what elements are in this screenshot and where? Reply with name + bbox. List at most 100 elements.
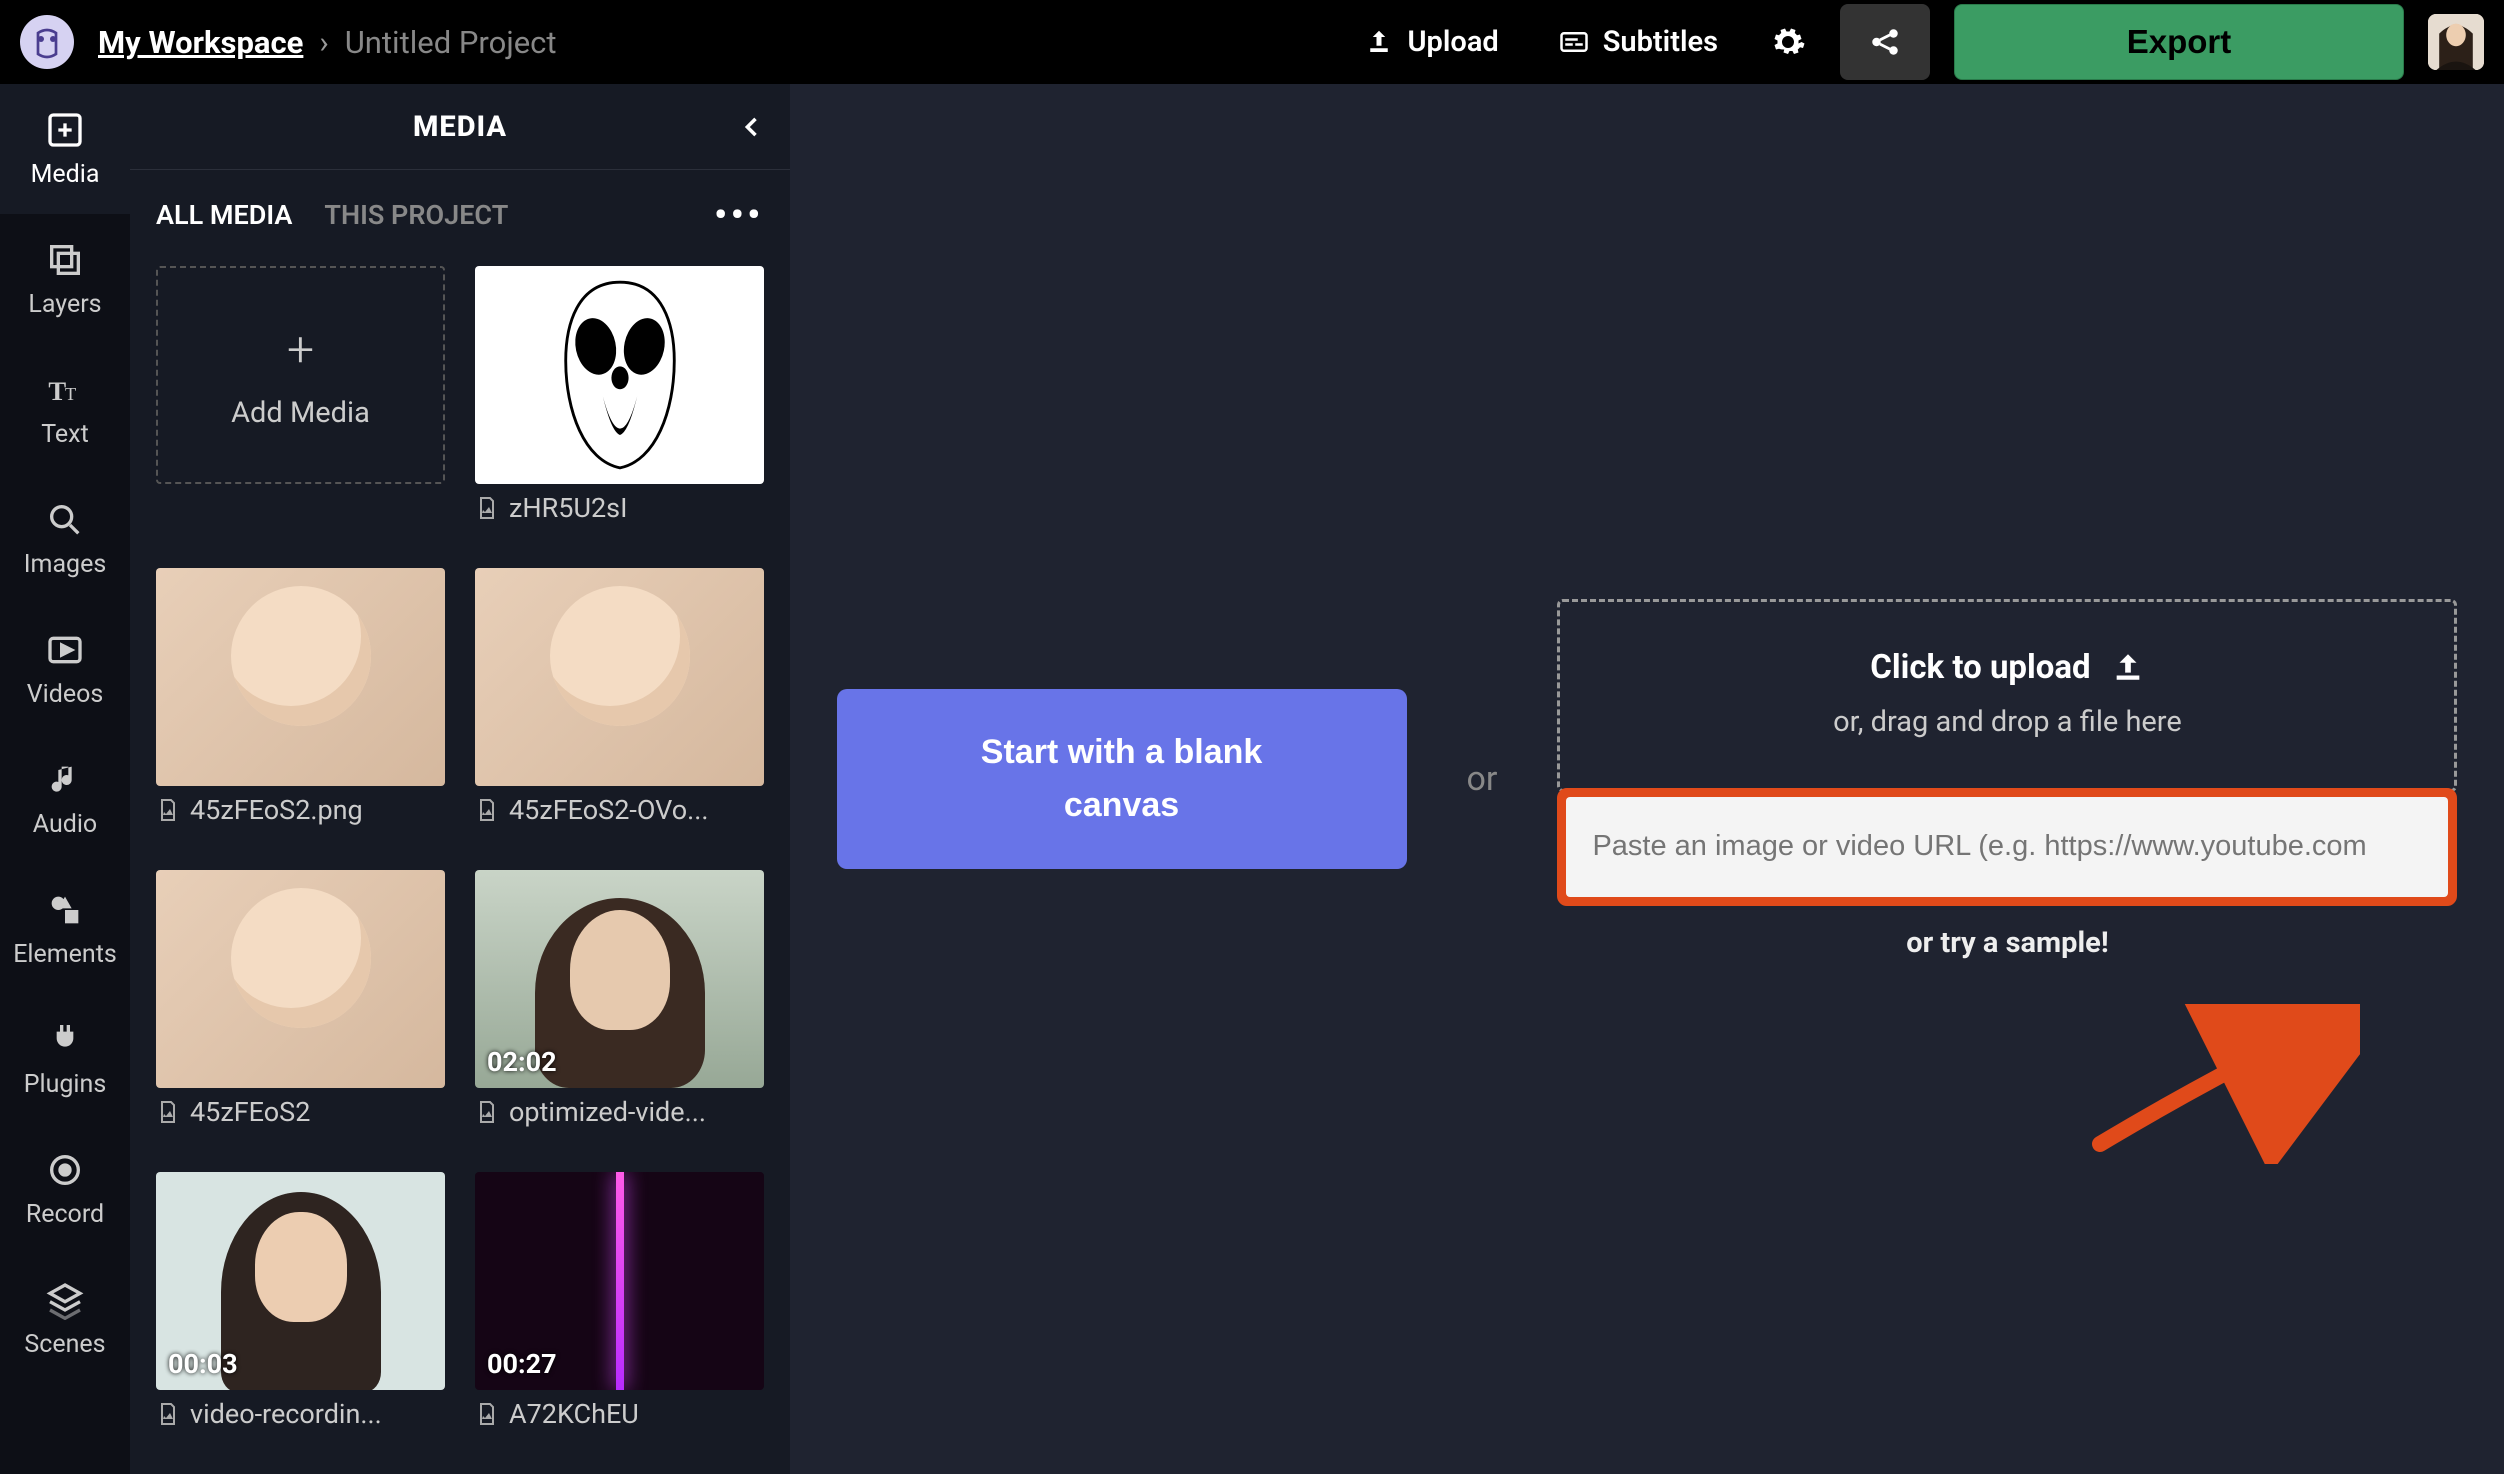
subtitles-icon [1559,27,1589,57]
subtitles-label: Subtitles [1603,25,1718,59]
rail-label: Text [41,420,89,449]
annotation-arrow [2080,1004,2360,1164]
start-blank-canvas-button[interactable]: Start with a blank canvas [837,689,1407,869]
panel-more-button[interactable]: ••• [714,195,764,235]
url-input-highlight [1557,788,2457,906]
rail-item-videos[interactable]: Videos [0,604,130,734]
rail-item-layers[interactable]: Layers [0,214,130,344]
play-box-icon [45,630,85,670]
file-icon [475,798,499,822]
file-icon [475,1402,499,1426]
gear-icon [1770,24,1806,60]
rail-item-record[interactable]: Record [0,1124,130,1254]
subtitles-button[interactable]: Subtitles [1541,15,1736,69]
settings-button[interactable] [1760,14,1816,70]
plus-icon: + [287,321,314,378]
project-name[interactable]: Untitled Project [345,24,557,61]
user-avatar[interactable] [2428,14,2484,70]
add-box-icon [45,110,85,150]
media-thumbnail[interactable] [475,568,764,786]
canvas-area: Start with a blank canvas or Click to up… [790,84,2504,1474]
panel-tabs: ALL MEDIA THIS PROJECT ••• [130,170,790,260]
export-label: Export [2127,23,2232,61]
add-media-button[interactable]: + Add Media [156,266,445,484]
url-input[interactable] [1566,797,2448,897]
blank-canvas-label: Start with a blank canvas [981,726,1263,831]
rail-item-elements[interactable]: Elements [0,864,130,994]
record-icon [45,1150,85,1190]
rail-label: Plugins [24,1070,106,1099]
upload-zone: Click to upload or, drag and drop a file… [1557,599,2457,960]
media-thumbnail[interactable]: 00:03 [156,1172,445,1390]
file-icon [475,496,499,520]
file-icon [156,1100,180,1124]
media-thumbnail[interactable] [156,870,445,1088]
media-thumbnail[interactable]: 02:02 [475,870,764,1088]
svg-text:T: T [48,376,66,406]
svg-text:T: T [65,384,76,404]
media-thumbnail[interactable] [156,568,445,786]
media-label: A72KChEU [475,1398,764,1430]
top-bar: My Workspace › Untitled Project Upload S… [0,0,2504,84]
media-label: 45zFEoS2.png [156,794,445,826]
tab-this-project[interactable]: THIS PROJECT [324,199,508,231]
media-item: zHR5U2sI [475,266,764,548]
layers-icon [45,240,85,280]
media-label: 45zFEoS2-OVo... [475,794,764,826]
file-icon [475,1100,499,1124]
rail-label: Record [26,1200,104,1229]
rail-item-media[interactable]: Media [0,84,130,214]
media-panel: MEDIA ALL MEDIA THIS PROJECT ••• + Add M… [130,84,790,1474]
export-button[interactable]: Export [1954,4,2404,80]
media-grid[interactable]: + Add Media zHR5U2sI 45zFEoS2.pn [130,260,790,1474]
upload-button[interactable]: Upload [1346,15,1517,69]
share-button[interactable] [1840,4,1930,80]
media-label: 45zFEoS2 [156,1096,445,1128]
panel-header: MEDIA [130,84,790,170]
rail-label: Elements [13,940,117,969]
search-icon [45,500,85,540]
workspace-link[interactable]: My Workspace [98,24,303,61]
media-item: 02:02 optimized-vide... [475,870,764,1152]
rail-item-plugins[interactable]: Plugins [0,994,130,1124]
breadcrumb-separator: › [319,24,328,61]
file-icon [156,798,180,822]
media-item: 45zFEoS2 [156,870,445,1152]
breadcrumb: My Workspace › Untitled Project [98,24,557,61]
media-item: 00:03 video-recordin... [156,1172,445,1454]
rail-label: Images [24,550,107,579]
file-icon [156,1402,180,1426]
drop-area[interactable]: Click to upload or, drag and drop a file… [1557,599,2457,792]
rail-item-images[interactable]: Images [0,474,130,604]
media-label: zHR5U2sI [475,492,764,524]
upload-icon [1364,27,1394,57]
text-icon: TT [45,370,85,410]
media-label: optimized-vide... [475,1096,764,1128]
media-label: video-recordin... [156,1398,445,1430]
or-divider: or [1467,759,1498,799]
media-item: 45zFEoS2-OVo... [475,568,764,850]
add-media-cell: + Add Media [156,266,445,548]
chevron-left-icon [738,113,766,141]
upload-icon [2111,650,2145,684]
rail-item-scenes[interactable]: Scenes [0,1254,130,1384]
media-duration: 02:02 [487,1046,557,1078]
rail-label: Audio [33,810,97,839]
try-sample-link[interactable]: or try a sample! [1557,926,2457,960]
upload-subtext: or, drag and drop a file here [1833,705,2182,739]
app-logo[interactable] [20,15,74,69]
upload-label: Upload [1408,25,1499,59]
rail-item-text[interactable]: TT Text [0,344,130,474]
tab-all-media[interactable]: ALL MEDIA [156,199,292,231]
collapse-panel-button[interactable] [738,113,766,141]
media-thumbnail[interactable]: 00:27 [475,1172,764,1390]
panel-title: MEDIA [413,110,507,144]
stack-icon [45,1280,85,1320]
media-duration: 00:27 [487,1348,557,1380]
tool-rail: Media Layers TT Text Images Videos Audio… [0,84,130,1474]
media-thumbnail[interactable] [475,266,764,484]
music-note-icon [45,760,85,800]
rail-item-audio[interactable]: Audio [0,734,130,864]
upload-headline: Click to upload [1870,648,2144,687]
rail-label: Layers [28,290,101,319]
